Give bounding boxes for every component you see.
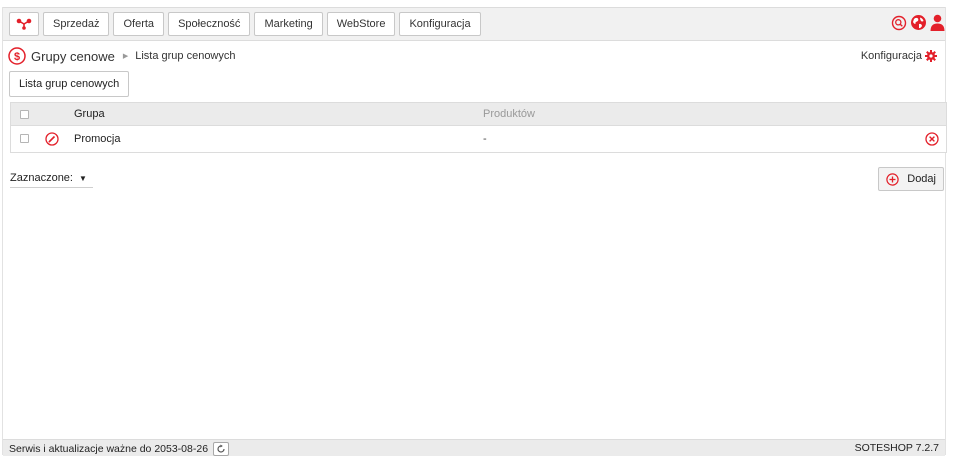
delete-icon[interactable]: [925, 132, 939, 146]
globe-icon[interactable]: [910, 14, 927, 31]
refresh-button[interactable]: [213, 442, 230, 456]
table-header: Grupa Produktów: [11, 103, 946, 126]
app-window: Sprzedaż Oferta Społeczność Marketing We…: [2, 7, 947, 456]
main-menu: Sprzedaż Oferta Społeczność Marketing We…: [43, 12, 481, 36]
table-row[interactable]: Promocja -: [11, 126, 946, 152]
configuration-label: Konfiguracja: [860, 50, 922, 62]
svg-text:$: $: [14, 51, 20, 63]
search-icon[interactable]: [891, 15, 907, 31]
chevron-down-icon: ▼: [78, 173, 87, 183]
breadcrumb-separator-icon: ▶: [122, 53, 129, 60]
refresh-icon: [217, 444, 225, 453]
bulk-action-select[interactable]: Zaznaczone: ▼: [10, 169, 93, 188]
version-label: SOTESHOP 7.2.7: [854, 442, 939, 454]
gear-icon: [925, 50, 937, 62]
plus-circle-icon: [886, 172, 899, 186]
menu-oferta[interactable]: Oferta: [113, 12, 165, 36]
user-icon[interactable]: [930, 14, 945, 31]
network-nodes-icon: [16, 18, 32, 30]
column-header-grupa[interactable]: Grupa: [74, 108, 105, 120]
cell-grupa[interactable]: Promocja: [74, 133, 120, 145]
bulk-action-label: Zaznaczone:: [10, 172, 73, 184]
edit-icon[interactable]: [45, 132, 59, 146]
status-footer: Serwis i aktualizacje ważne do 2053-08-2…: [3, 439, 945, 456]
menu-konfiguracja[interactable]: Konfiguracja: [399, 12, 481, 36]
add-button[interactable]: Dodaj: [878, 167, 944, 191]
menu-marketing[interactable]: Marketing: [254, 12, 323, 36]
dollar-circle-icon: $: [8, 47, 26, 65]
license-info: Serwis i aktualizacje ważne do 2053-08-2…: [9, 442, 230, 456]
breadcrumb-current: Lista grup cenowych: [135, 50, 236, 62]
menu-webstore[interactable]: WebStore: [326, 12, 396, 36]
license-text: Serwis i aktualizacje ważne do 2053-08-2…: [9, 443, 209, 455]
cell-produktow: -: [483, 133, 487, 145]
menu-spolecznosc[interactable]: Społeczność: [168, 12, 251, 36]
row-checkbox[interactable]: [20, 134, 29, 143]
price-groups-table: Grupa Produktów Promocja -: [10, 102, 947, 153]
price-group-list-button[interactable]: Lista grup cenowych: [9, 71, 130, 97]
menu-sprzedaz[interactable]: Sprzedaż: [43, 12, 110, 36]
home-logo-button[interactable]: [9, 12, 39, 36]
top-right-tools: [891, 14, 945, 31]
breadcrumb-section[interactable]: Grupy cenowe: [31, 49, 115, 64]
configuration-link[interactable]: Konfiguracja: [861, 50, 937, 62]
column-header-produktow: Produktów: [483, 108, 535, 120]
breadcrumb: $ Grupy cenowe ▶ Lista grup cenowych: [8, 47, 236, 65]
select-all-checkbox[interactable]: [20, 110, 29, 119]
add-button-label: Dodaj: [907, 173, 936, 185]
top-navigation-bar: Sprzedaż Oferta Społeczność Marketing We…: [3, 7, 945, 41]
